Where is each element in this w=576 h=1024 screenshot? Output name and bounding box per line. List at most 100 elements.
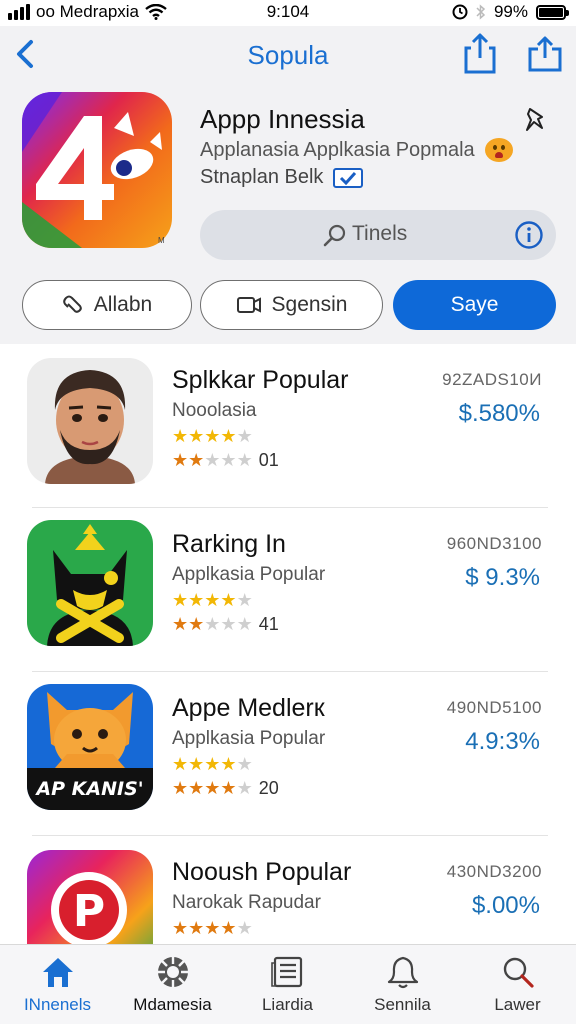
app-title: Appp Innessia (200, 104, 365, 134)
sgensin-button[interactable]: Sgensin (200, 280, 383, 330)
star-empty-icon: ★ (236, 778, 253, 798)
star-filled-icon: ★ (188, 590, 205, 610)
saye-button[interactable]: Saye (393, 280, 556, 330)
tab-sennila[interactable]: Sennila (345, 945, 460, 1024)
star-empty-icon: ★ (204, 450, 221, 470)
star-empty-icon: ★ (236, 918, 253, 938)
allabn-button[interactable]: Allabn (22, 280, 192, 330)
status-right: 99% (452, 2, 569, 22)
battery-icon (536, 4, 569, 20)
bluetooth-icon (476, 4, 486, 20)
rating-stars-primary: ★★★★★ (172, 754, 253, 775)
rating-stars: ★★★★★ (172, 450, 253, 471)
info-icon[interactable] (514, 220, 544, 250)
star-filled-icon: ★ (188, 778, 205, 798)
app-code: 92ZADS10И (442, 370, 542, 389)
star-filled-icon: ★ (204, 590, 221, 610)
star-filled-icon: ★ (172, 590, 189, 610)
list-icon (271, 956, 303, 988)
rating-stars-primary: ★★★★★ (172, 426, 253, 447)
app-category: Narokak Rapudar (172, 892, 321, 913)
star-filled-icon: ★ (204, 778, 221, 798)
tab-label: Mdamesia (133, 995, 212, 1014)
rating-stars: ★★★★★ (172, 614, 253, 635)
star-empty-icon: ★ (236, 590, 253, 610)
rating-count: 41 (258, 614, 279, 634)
app-price[interactable]: $ 9.3% (465, 564, 540, 592)
rating-stars-secondary: ★★★★★ 41 (172, 614, 279, 635)
rating-count: 20 (258, 778, 279, 798)
app-seller: Stnaplan Belk (200, 166, 324, 188)
app-price[interactable]: $.580% (459, 400, 540, 428)
allabn-label: Allabn (93, 293, 153, 316)
star-filled-icon: ★ (188, 754, 205, 774)
star-empty-icon: ★ (236, 614, 253, 634)
star-empty-icon: ★ (204, 614, 221, 634)
search-icon (503, 957, 534, 988)
battery-percent: 99% (493, 2, 528, 21)
alarm-icon (452, 4, 468, 20)
app-price[interactable]: 4.9:3% (465, 728, 540, 756)
tab-mdamesia[interactable]: Mdamesia (115, 945, 230, 1024)
tab-label: Sennila (374, 995, 431, 1014)
list-item[interactable]: Splkkar Popular Nooolasia ★★★★★ ★★★★★ 01… (0, 344, 576, 508)
app-price[interactable]: $.00% (472, 892, 540, 920)
app-category: Applkasia Popular (172, 564, 326, 585)
star-filled-icon: ★ (220, 918, 237, 938)
star-filled-icon: ★ (220, 754, 237, 774)
worried-emoji-icon (484, 138, 513, 162)
tab-lawer[interactable]: Lawer (460, 945, 575, 1024)
list-item[interactable]: AP KANIS' Appe Medlerк Applkasia Popular… (0, 672, 576, 836)
upload-icon[interactable] (526, 34, 564, 74)
tab-innenels[interactable]: INnenels (0, 945, 115, 1024)
rating-count: 01 (258, 450, 279, 470)
tab-label: Lawer (494, 995, 541, 1014)
search-icon (323, 224, 346, 247)
bell-icon (387, 956, 419, 989)
app-name: Appe Medlerк (172, 694, 325, 722)
star-filled-icon: ★ (172, 754, 189, 774)
pin-icon[interactable] (522, 106, 548, 134)
star-empty-icon: ★ (236, 426, 253, 446)
dog-mascot-text: AP KANIS' (34, 778, 143, 800)
app-screen: oo Medrapxia 9:104 99% Sopula M Appp Inn… (0, 0, 576, 1024)
star-filled-icon: ★ (172, 450, 189, 470)
search-pill-label: Tinels (352, 222, 408, 245)
tinels-search-pill[interactable]: Tinels (200, 210, 556, 260)
link-icon (63, 295, 82, 313)
app-name: Rarking In (172, 530, 286, 558)
tab-label: INnenels (23, 995, 92, 1014)
star-filled-icon: ★ (220, 590, 237, 610)
app-subtitle-row: Applanasia Applkasia Popmala (200, 138, 513, 162)
star-empty-icon: ★ (236, 450, 253, 470)
star-filled-icon: ★ (204, 918, 221, 938)
app-list: Splkkar Popular Nooolasia ★★★★★ ★★★★★ 01… (0, 344, 576, 944)
app-category: Nooolasia (172, 400, 257, 421)
list-item[interactable]: Rarking In Applkasia Popular ★★★★★ ★★★★★… (0, 508, 576, 672)
app-seller-row: Stnaplan Belk (200, 166, 364, 189)
star-filled-icon: ★ (220, 778, 237, 798)
star-filled-icon: ★ (172, 778, 189, 798)
app-code: 430ND3200 (446, 862, 542, 881)
rating-stars: ★★★★★ (172, 778, 253, 799)
star-empty-icon: ★ (236, 754, 253, 774)
star-filled-icon: ★ (172, 426, 189, 446)
share-icon[interactable] (462, 32, 498, 74)
star-filled-icon: ★ (204, 754, 221, 774)
star-filled-icon: ★ (172, 918, 189, 938)
star-filled-icon: ★ (172, 614, 189, 634)
app-icon-mark: M (158, 236, 165, 245)
verified-check-icon (333, 167, 364, 188)
app-name: Nooush Popular (172, 858, 352, 886)
star-filled-icon: ★ (220, 426, 237, 446)
list-item[interactable]: P Nooush Popular Narokak Rapudar ★★★★★ 4… (0, 836, 576, 944)
app-header: Sopula M Appp Innessia Applanasia Applka… (0, 26, 576, 344)
p-logo-icon: P (27, 850, 153, 944)
rating-stars-primary: ★★★★★ (172, 590, 253, 611)
star-filled-icon: ★ (188, 918, 205, 938)
tab-liardia[interactable]: Liardia (230, 945, 345, 1024)
battery-fill (539, 7, 563, 17)
home-icon (43, 958, 73, 987)
status-bar: oo Medrapxia 9:104 99% (0, 0, 576, 26)
globe-icon (158, 957, 188, 987)
